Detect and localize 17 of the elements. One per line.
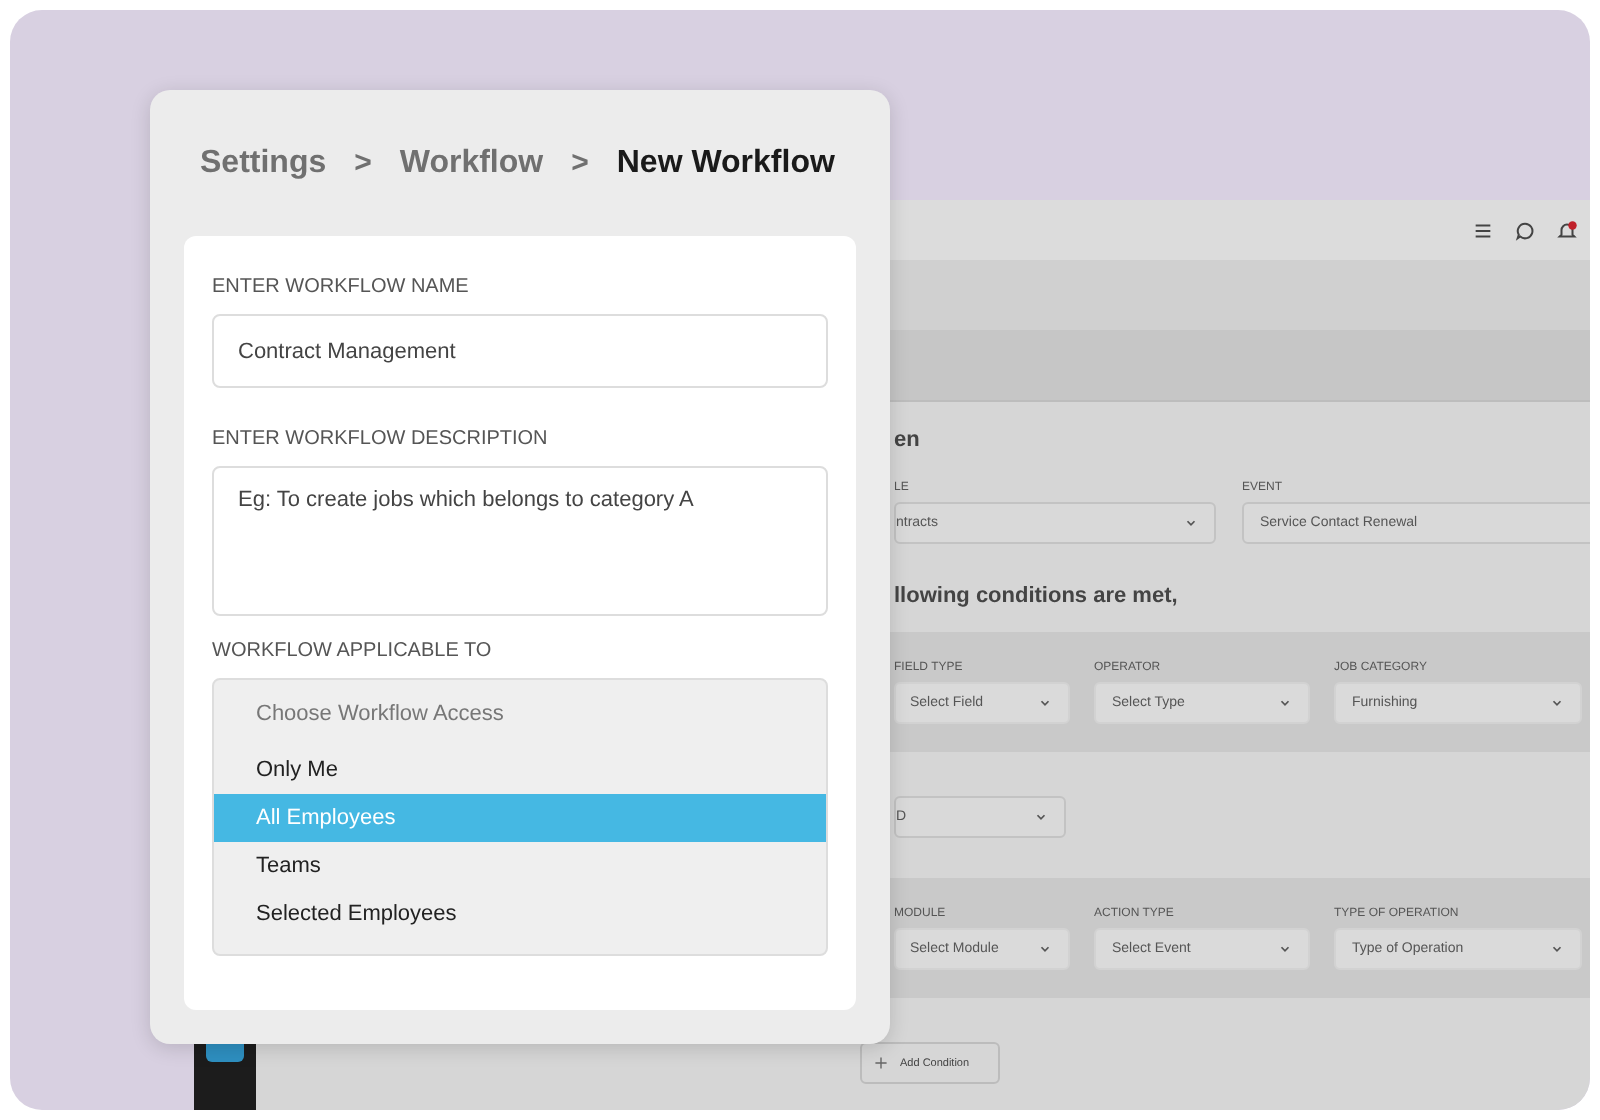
workflow-name-field[interactable]: Contract Management xyxy=(212,314,828,388)
list-option[interactable]: Only Me xyxy=(214,746,826,794)
page-title: New Workflow xyxy=(616,145,835,181)
breadcrumb-separator: > xyxy=(354,146,372,180)
breadcrumb-link[interactable]: Workflow xyxy=(399,145,544,181)
list-option[interactable]: Selected Employees xyxy=(214,890,826,938)
access-listbox[interactable]: Choose Workflow Access Only Me All Employees Teams Selected Employees xyxy=(212,678,828,956)
breadcrumb-separator: > xyxy=(571,146,589,180)
listbox-placeholder: Choose Workflow Access xyxy=(254,700,506,730)
field-label: ENTER WORKFLOW DESCRIPTION xyxy=(212,428,550,450)
section-heading: en xyxy=(894,428,922,452)
breadcrumb-link[interactable]: Settings xyxy=(200,145,327,181)
list-option[interactable]: Teams xyxy=(214,842,826,890)
field-label: ENTER WORKFLOW NAME xyxy=(212,276,471,298)
section-heading: llowing conditions are met, xyxy=(894,584,1180,608)
field-label: WORKFLOW APPLICABLE TO xyxy=(212,640,494,662)
description-field[interactable]: Eg: To create jobs which belongs to category A xyxy=(212,466,828,616)
